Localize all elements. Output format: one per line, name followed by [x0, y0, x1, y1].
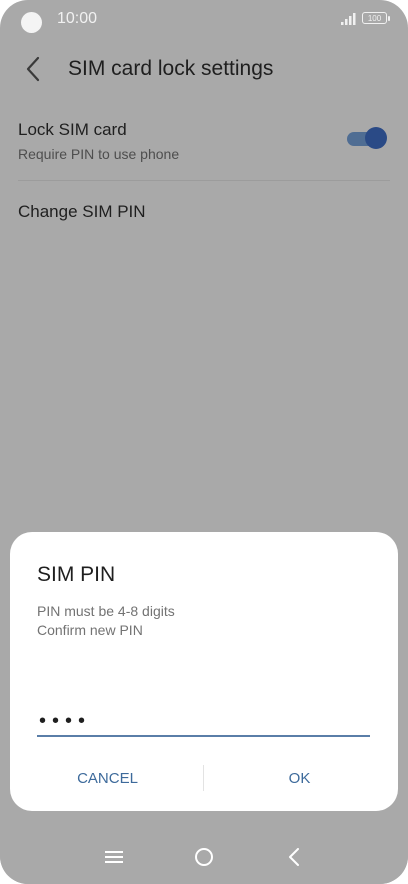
status-bar: 10:00 100	[0, 0, 408, 40]
toggle-thumb	[365, 127, 387, 149]
dialog-message-rule: PIN must be 4-8 digits	[37, 603, 175, 619]
signal-icon	[341, 13, 356, 25]
lock-sim-card-title: Lock SIM card	[18, 120, 127, 139]
nav-back-button[interactable]	[279, 842, 309, 872]
page-title: SIM card lock settings	[68, 57, 274, 80]
lock-sim-card-toggle[interactable]	[345, 127, 387, 149]
change-sim-pin-item[interactable]: Change SIM PIN	[18, 202, 146, 222]
home-button[interactable]	[189, 842, 219, 872]
back-arrow-icon	[26, 56, 40, 82]
pin-input[interactable]	[37, 707, 370, 737]
list-divider	[18, 180, 390, 181]
button-divider	[203, 765, 204, 791]
camera-cutout	[21, 12, 42, 33]
dialog-message-confirm: Confirm new PIN	[37, 622, 143, 638]
lock-sim-card-subtitle: Require PIN to use phone	[18, 146, 180, 162]
screen: 10:00 100 SIM card lock settings Lock SI…	[0, 0, 408, 884]
dialog-title: SIM PIN	[37, 563, 116, 586]
status-time: 10:00	[57, 10, 98, 27]
recent-apps-button[interactable]	[99, 842, 129, 872]
home-icon	[195, 848, 213, 866]
nav-back-icon	[289, 848, 299, 866]
navigation-bar	[0, 830, 408, 884]
ok-button[interactable]: OK	[222, 760, 377, 796]
back-button[interactable]	[18, 54, 48, 84]
battery-icon: 100	[362, 12, 390, 24]
recent-apps-icon	[105, 851, 123, 863]
cancel-button[interactable]: CANCEL	[30, 760, 185, 796]
sim-pin-dialog: SIM PIN PIN must be 4-8 digits Confirm n…	[10, 532, 398, 811]
